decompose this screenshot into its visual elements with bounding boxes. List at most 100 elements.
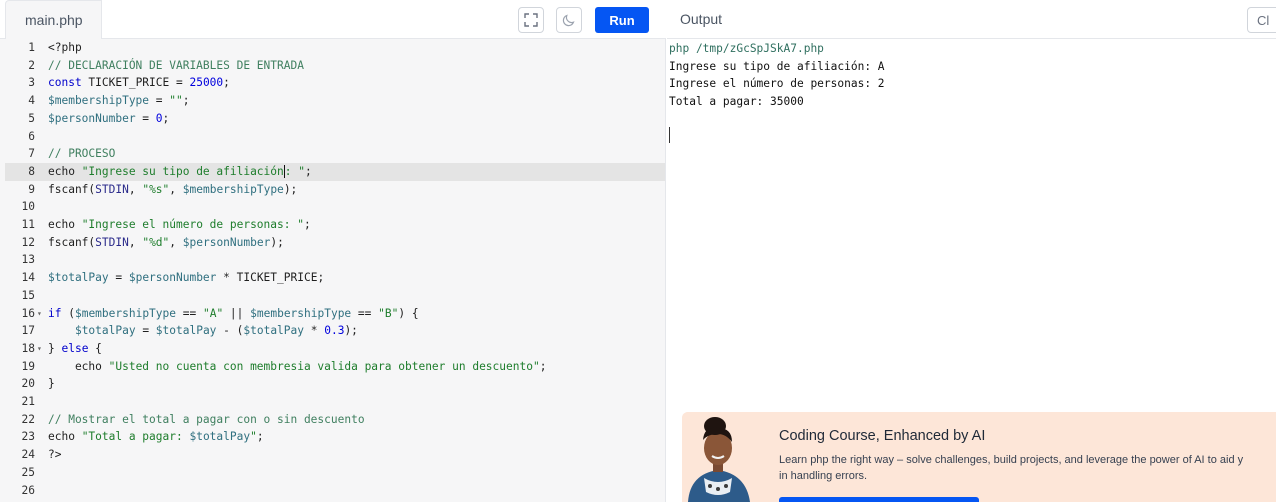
- run-button[interactable]: Run: [595, 7, 649, 33]
- code-line[interactable]: 26: [5, 482, 665, 500]
- code-line[interactable]: 16 ▾ if ($membershipType == "A" || $member…: [5, 305, 665, 323]
- code-line[interactable]: 5 $personNumber = 0;: [5, 110, 665, 128]
- code-line[interactable]: 4 $membershipType = "";: [5, 92, 665, 110]
- code-token: ,: [128, 235, 143, 249]
- code-line[interactable]: 2 // DECLARACIÓN DE VARIABLES DE ENTRADA: [5, 57, 665, 75]
- line-number: 17: [21, 324, 35, 338]
- editor-header: main.php Run: [0, 0, 666, 39]
- code-token: $totalPay: [48, 271, 109, 285]
- output-command-line: php /tmp/zGcSpJSkA7.php: [669, 42, 824, 55]
- code-token: STDIN: [95, 235, 129, 249]
- code-token: TICKET_PRICE =: [81, 76, 190, 90]
- code-token: echo: [48, 430, 82, 444]
- fold-arrow-icon[interactable]: ▾: [37, 340, 42, 358]
- code-token: <?php: [48, 41, 82, 54]
- ad-cta-button[interactable]: [779, 497, 979, 502]
- editor-pane: main.php Run 1 <?php 2 // DECLARACIÓN DE VA…: [0, 0, 666, 502]
- code-line[interactable]: 12 fscanf(STDIN, "%d", $personNumber);: [5, 234, 665, 252]
- clear-button[interactable]: Cl: [1247, 7, 1276, 33]
- code-token: $totalPay: [74, 324, 136, 338]
- code-token: if: [48, 306, 62, 320]
- code-line[interactable]: 6: [5, 128, 665, 146]
- line-number: 19: [21, 359, 35, 373]
- code-line[interactable]: 3 const TICKET_PRICE = 25000;: [5, 74, 665, 92]
- code-token: 0.3: [324, 324, 345, 338]
- code-editor[interactable]: 1 <?php 2 // DECLARACIÓN DE VARIABLES DE EN…: [5, 39, 665, 502]
- code-line[interactable]: 13: [5, 251, 665, 269]
- code-token: ;: [303, 218, 311, 231]
- code-line[interactable]: 9 fscanf(STDIN, "%s", $membershipType);: [5, 181, 665, 199]
- code-text: fscanf(STDIN, "%d", $personNumber);: [48, 234, 284, 252]
- line-number: 11: [21, 218, 35, 231]
- code-line[interactable]: 18 ▾} else {: [5, 340, 665, 358]
- code-token: );: [344, 324, 358, 338]
- code-line[interactable]: 22 // Mostrar el total a pagar con o sin …: [5, 411, 665, 429]
- code-token: fscanf(: [48, 235, 96, 249]
- code-text: echo "Ingrese su tipo de afiliación: ";: [48, 163, 312, 181]
- line-number: 4: [28, 94, 35, 108]
- code-token: =: [108, 271, 129, 285]
- code-token: $membershipType: [250, 306, 352, 320]
- code-line[interactable]: 8 echo "Ingrese su tipo de afiliación: ";: [5, 162, 665, 181]
- code-token: "B": [378, 306, 399, 320]
- line-number: 1: [28, 41, 35, 54]
- code-text: // Mostrar el total a pagar con o sin de…: [48, 411, 365, 429]
- code-token: fscanf(: [48, 182, 96, 196]
- line-number: 22: [21, 412, 35, 426]
- code-text: const TICKET_PRICE = 25000;: [48, 74, 230, 92]
- instructor-photo: [682, 412, 754, 502]
- code-token: 0: [155, 111, 163, 125]
- code-text: echo "Total a pagar: $totalPay";: [48, 428, 264, 446]
- code-token: ,: [169, 182, 183, 196]
- output-header: Output Cl: [667, 0, 1276, 39]
- code-line[interactable]: 19 echo "Usted no cuenta con membresia v…: [5, 358, 665, 376]
- code-text: $personNumber = 0;: [48, 110, 169, 128]
- line-number: 12: [21, 235, 35, 249]
- line-number: 16: [21, 306, 35, 320]
- moon-icon: [562, 14, 575, 27]
- code-line[interactable]: 20}: [5, 375, 665, 393]
- ad-banner[interactable]: Coding Course, Enhanced by AI Learn php …: [682, 412, 1276, 502]
- code-token: =: [149, 94, 170, 108]
- line-number: 5: [28, 111, 35, 125]
- code-line[interactable]: 23 echo "Total a pagar: $totalPay";: [5, 428, 665, 446]
- code-line[interactable]: 7 // PROCESO: [5, 145, 665, 163]
- theme-toggle-button[interactable]: [556, 7, 582, 33]
- output-console[interactable]: php /tmp/zGcSpJSkA7.php Ingrese su tipo …: [669, 40, 885, 111]
- code-token: ==: [351, 306, 379, 320]
- fullscreen-button[interactable]: [518, 7, 544, 33]
- code-line[interactable]: 11 echo "Ingrese el número de personas: "…: [5, 216, 665, 234]
- code-token: - (: [216, 324, 244, 338]
- fold-arrow-icon[interactable]: ▾: [37, 305, 42, 323]
- code-token: // DECLARACIÓN DE VARIABLES DE ENTRADA: [48, 58, 304, 72]
- output-line: Total a pagar: 35000: [669, 95, 804, 109]
- code-line[interactable]: 24 ?>: [5, 446, 665, 464]
- code-token: $personNumber: [128, 271, 217, 285]
- code-line[interactable]: 17 $totalPay = $totalPay - ($totalPay * …: [5, 322, 665, 340]
- code-token: );: [270, 235, 284, 249]
- output-title: Output: [680, 11, 723, 27]
- code-token: "A": [202, 306, 224, 320]
- code-token: "Total a pagar:: [81, 430, 190, 444]
- code-token: $totalPay: [243, 324, 304, 338]
- code-token: ||: [223, 306, 251, 320]
- code-token: ;: [256, 430, 264, 444]
- code-line[interactable]: 14 $totalPay = $personNumber * TICKET_PRI…: [5, 269, 665, 287]
- code-line[interactable]: 15: [5, 287, 665, 305]
- fullscreen-icon: [524, 13, 538, 27]
- file-tab[interactable]: main.php: [5, 0, 102, 39]
- line-number: 9: [28, 182, 35, 196]
- code-token: "%d": [142, 235, 170, 249]
- code-line[interactable]: 1 <?php: [5, 39, 665, 57]
- code-token: $totalPay: [189, 430, 251, 444]
- code-token: );: [283, 182, 298, 196]
- code-token: }: [48, 377, 55, 391]
- code-line[interactable]: 10: [5, 198, 665, 216]
- code-token: ,: [169, 235, 183, 249]
- code-line[interactable]: 25: [5, 464, 665, 482]
- code-line[interactable]: 21: [5, 393, 665, 411]
- line-number: 25: [21, 465, 35, 479]
- code-token: // PROCESO: [48, 147, 116, 161]
- code-token: *: [304, 324, 325, 338]
- code-token: 25000: [189, 76, 224, 90]
